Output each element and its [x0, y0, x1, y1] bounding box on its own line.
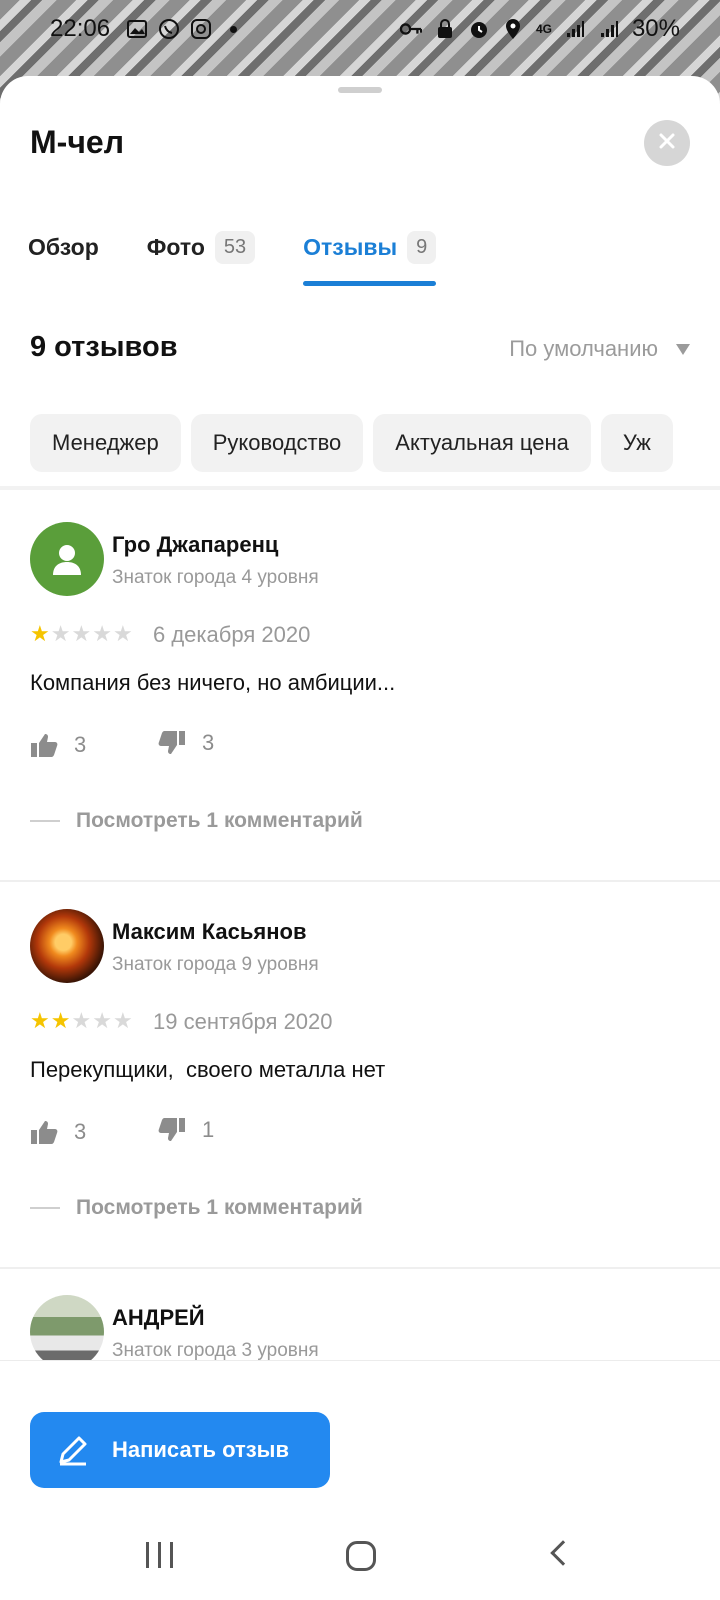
review-text[interactable]: Перекупщики, своего металла нет [30, 1057, 385, 1083]
star-filled-icon: ★ [30, 1008, 50, 1033]
write-review-button[interactable]: Написать отзыв [30, 1412, 330, 1488]
active-tab-indicator [303, 281, 437, 286]
author-level: Знаток города 3 уровня [112, 1340, 319, 1361]
like-button[interactable]: 3 [30, 732, 86, 758]
user-icon [53, 545, 81, 575]
thumbs-up-icon [31, 734, 58, 757]
signal-2-icon [598, 18, 620, 40]
review-text[interactable]: Компания без ничего, но амбиции... [30, 670, 395, 696]
sort-label: По умолчанию [509, 336, 658, 361]
place-tabs: Обзор Фото 53 Отзывы 9 [28, 226, 437, 286]
thumbs-down-icon [158, 1118, 185, 1141]
close-icon [658, 132, 676, 155]
lock-icon [434, 18, 456, 40]
tab-photos[interactable]: Фото 53 [146, 226, 256, 268]
dislike-button[interactable]: 3 [158, 730, 214, 756]
star-empty-icon: ★ [71, 621, 92, 646]
author-name[interactable]: Максим Касьянов [112, 919, 306, 945]
home-button[interactable] [346, 1541, 376, 1571]
pencil-icon [59, 1436, 87, 1466]
avatar[interactable] [30, 1295, 104, 1369]
thumbs-down-icon [158, 731, 185, 754]
author-level: Знаток города 9 уровня [112, 954, 319, 975]
star-empty-icon: ★ [50, 621, 71, 646]
author-name[interactable]: Гро Джапаренц [112, 532, 278, 558]
status-time: 22:06 [50, 15, 111, 42]
divider [0, 486, 720, 490]
sort-dropdown[interactable]: По умолчанию [509, 336, 690, 362]
comments-link-label: Посмотреть 1 комментарий [76, 809, 363, 832]
signal-icon [564, 18, 586, 40]
status-bar: 22:06 4G 30% [0, 0, 720, 58]
location-icon [502, 18, 524, 40]
star-empty-icon: ★ [112, 621, 133, 646]
topic-chip[interactable]: Уж [600, 414, 673, 472]
tab-label: Фото [146, 233, 205, 260]
whatsapp-icon [158, 18, 180, 40]
view-comments-link[interactable]: Посмотреть 1 комментарий [30, 809, 363, 833]
dash-divider [30, 820, 60, 822]
review-topic-chips: Менеджер Руководство Актуальная цена Уж [30, 414, 720, 472]
thumbs-up-icon [31, 1121, 58, 1144]
battery-percent: 30% [631, 15, 680, 42]
star-empty-icon: ★ [92, 1008, 112, 1033]
topic-chip[interactable]: Руководство [190, 414, 364, 472]
star-empty-icon: ★ [71, 1008, 92, 1033]
like-count: 3 [74, 1119, 87, 1144]
sheet-grabber[interactable] [338, 87, 382, 93]
key-icon [399, 18, 422, 40]
tab-count-badge: 9 [407, 230, 437, 264]
rating-stars: ★ ★ ★ ★ ★ [30, 623, 133, 645]
alarm-icon [468, 18, 490, 40]
divider [0, 880, 720, 882]
gallery-icon [126, 18, 148, 40]
notification-dot-icon [222, 18, 244, 40]
recent-apps-button[interactable] [146, 1542, 173, 1568]
avatar[interactable] [30, 909, 104, 983]
network-type: 4G [535, 22, 552, 36]
avatar[interactable] [30, 522, 104, 596]
tab-label: Отзывы [303, 233, 398, 260]
review-date: 19 сентября 2020 [153, 1009, 333, 1034]
tab-reviews[interactable]: Отзывы 9 [303, 226, 437, 286]
like-count: 3 [74, 732, 87, 757]
tab-label: Обзор [28, 233, 99, 260]
dislike-count: 3 [202, 730, 215, 755]
divider [0, 1267, 720, 1269]
dislike-count: 1 [202, 1117, 215, 1142]
tab-overview[interactable]: Обзор [28, 226, 99, 268]
star-filled-icon: ★ [30, 621, 50, 646]
comments-link-label: Посмотреть 1 комментарий [76, 1196, 363, 1219]
topic-chip[interactable]: Менеджер [30, 414, 181, 472]
topic-chip[interactable]: Актуальная цена [373, 414, 591, 472]
place-title: М-чел [30, 124, 125, 160]
review-date: 6 декабря 2020 [153, 622, 311, 647]
rating-stars: ★ ★ ★ ★ ★ [30, 1010, 133, 1032]
author-name[interactable]: АНДРЕЙ [112, 1305, 205, 1331]
close-button[interactable] [644, 120, 690, 166]
write-review-label: Написать отзыв [112, 1437, 289, 1462]
star-empty-icon: ★ [112, 1008, 133, 1033]
caret-down-icon [676, 343, 690, 355]
dislike-button[interactable]: 1 [158, 1117, 214, 1143]
author-level: Знаток города 4 уровня [112, 567, 319, 588]
dash-divider [30, 1207, 60, 1209]
star-filled-icon: ★ [50, 1008, 71, 1033]
tab-count-badge: 53 [214, 230, 256, 264]
view-comments-link[interactable]: Посмотреть 1 комментарий [30, 1196, 363, 1220]
instagram-icon [190, 18, 212, 40]
reviews-count-heading: 9 отзывов [30, 331, 178, 363]
star-empty-icon: ★ [92, 621, 112, 646]
like-button[interactable]: 3 [30, 1119, 86, 1145]
